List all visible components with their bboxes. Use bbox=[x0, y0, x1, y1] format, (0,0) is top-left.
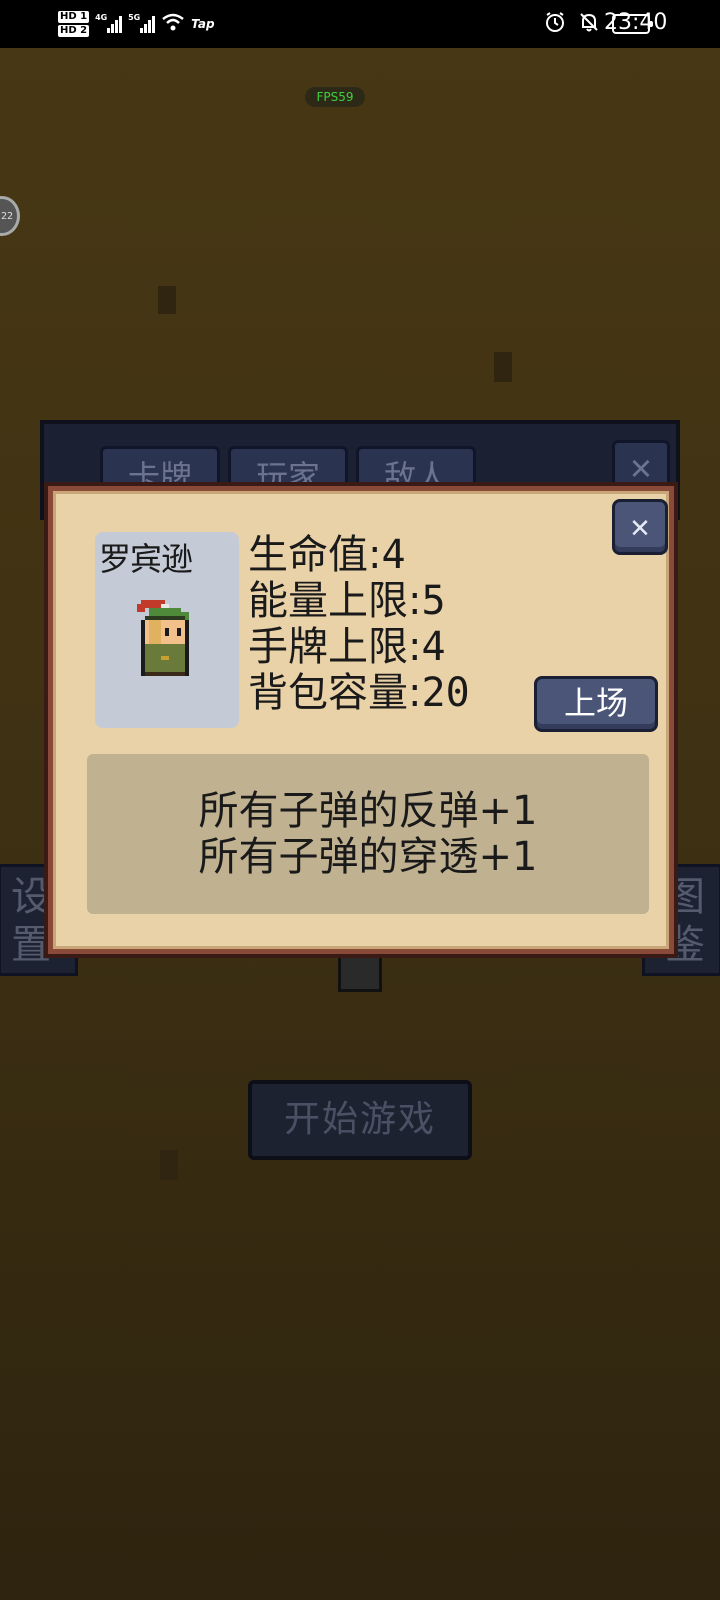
close-button[interactable]: ✕ bbox=[612, 499, 668, 555]
character-sprite bbox=[137, 600, 189, 676]
network-type-label: 4G bbox=[95, 13, 108, 22]
floor-decoration bbox=[494, 352, 512, 382]
status-bar: HD 1 HD 2 4G 5G Tap 23:40 bbox=[0, 0, 720, 48]
stat-hand-cap: 手牌上限:4 bbox=[248, 624, 470, 670]
floor-decoration bbox=[158, 286, 176, 314]
character-stats: 生命值:4 能量上限:5 手牌上限:4 背包容量:20 bbox=[248, 532, 470, 716]
signal-icon: 4G bbox=[95, 13, 123, 33]
stat-energy-cap: 能量上限:5 bbox=[248, 578, 470, 624]
ability-line: 所有子弹的穿透+1 bbox=[198, 834, 538, 880]
stat-value: 5 bbox=[421, 578, 446, 624]
deploy-button[interactable]: 上场 bbox=[534, 676, 658, 732]
character-name: 罗宾逊 bbox=[99, 540, 193, 578]
clock: 23:40 bbox=[604, 10, 668, 35]
network-type-label-2: 5G bbox=[128, 13, 141, 22]
stat-label: 生命值: bbox=[248, 532, 382, 578]
floor-decoration bbox=[160, 1150, 178, 1180]
stat-health: 生命值:4 bbox=[248, 532, 470, 578]
bell-off-icon bbox=[578, 11, 600, 38]
hd1-badge: HD 1 bbox=[58, 11, 90, 23]
stat-label: 背包容量: bbox=[248, 670, 422, 716]
alarm-icon bbox=[544, 11, 566, 38]
tap-label: Tap bbox=[191, 17, 215, 31]
close-icon: ✕ bbox=[630, 507, 650, 545]
hd2-badge: HD 2 bbox=[58, 25, 90, 37]
ability-description: 所有子弹的反弹+1 所有子弹的穿透+1 bbox=[87, 754, 649, 914]
stat-label: 手牌上限: bbox=[248, 624, 422, 670]
stat-label: 能量上限: bbox=[248, 578, 422, 624]
character-sprite-stub bbox=[338, 952, 382, 992]
stat-value: 4 bbox=[381, 532, 406, 578]
stat-value: 4 bbox=[421, 624, 446, 670]
start-game-button[interactable]: 开始游戏 bbox=[248, 1080, 472, 1160]
status-left: HD 1 HD 2 4G 5G Tap bbox=[58, 4, 215, 44]
ability-line: 所有子弹的反弹+1 bbox=[198, 788, 538, 834]
stat-value: 20 bbox=[421, 670, 470, 716]
stat-bag-capacity: 背包容量:20 bbox=[248, 670, 470, 716]
character-detail-dialog: 罗宾逊 生命值:4 能量上限:5 手牌上限:4 背包容量:20 ✕ 上场 所有子… bbox=[44, 482, 678, 958]
fps-counter: FPS59 bbox=[305, 87, 365, 107]
dialog-body: 罗宾逊 生命值:4 能量上限:5 手牌上限:4 背包容量:20 ✕ 上场 所有子… bbox=[53, 491, 669, 949]
signal-icon-2: 5G bbox=[128, 13, 156, 33]
wifi-icon bbox=[161, 12, 185, 36]
hd-badges: HD 1 HD 2 bbox=[58, 11, 90, 37]
character-portrait: 罗宾逊 bbox=[95, 532, 239, 728]
